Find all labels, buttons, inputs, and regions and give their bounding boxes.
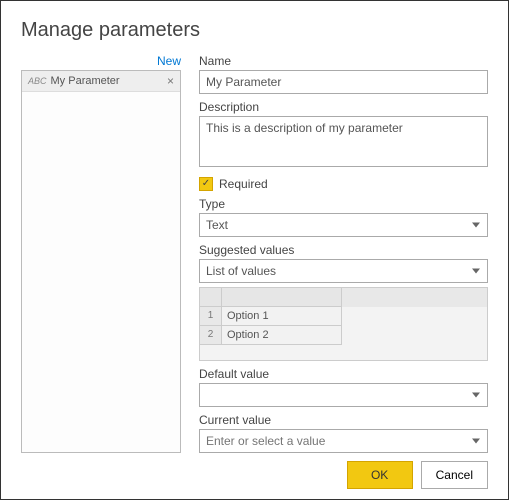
- cancel-button[interactable]: Cancel: [421, 461, 488, 489]
- description-label: Description: [199, 100, 488, 114]
- grid-row[interactable]: 1 Option 1: [200, 307, 487, 326]
- grid-corner: [200, 288, 222, 307]
- values-grid: 1 Option 1 2 Option 2: [199, 287, 488, 361]
- parameter-form: Name Description This is a description o…: [199, 54, 488, 453]
- new-parameter-link[interactable]: New: [157, 54, 181, 68]
- grid-header-row: [200, 288, 487, 307]
- type-label: Type: [199, 197, 488, 211]
- name-input[interactable]: [199, 70, 488, 94]
- default-value-select[interactable]: [199, 383, 488, 407]
- grid-cell[interactable]: Option 2: [222, 326, 342, 345]
- default-select-wrap: [199, 383, 488, 407]
- delete-parameter-icon[interactable]: ×: [167, 74, 174, 88]
- dialog-body: New ABC My Parameter × Name Description …: [21, 54, 488, 453]
- name-label: Name: [199, 54, 488, 68]
- parameter-list: ABC My Parameter ×: [21, 70, 181, 453]
- sidebar-top: New: [21, 54, 181, 68]
- parameter-item-label: My Parameter: [51, 75, 167, 87]
- type-select-wrap: Text: [199, 213, 488, 237]
- parameter-item[interactable]: ABC My Parameter ×: [22, 71, 180, 92]
- current-select-wrap: [199, 429, 488, 453]
- dialog-footer: OK Cancel: [21, 461, 488, 489]
- grid-header-cell: [222, 288, 342, 307]
- check-icon: ✓: [202, 178, 210, 189]
- grid-row[interactable]: 2 Option 2: [200, 326, 487, 345]
- suggested-select-wrap: List of values: [199, 259, 488, 283]
- suggested-values-select[interactable]: List of values: [199, 259, 488, 283]
- type-select[interactable]: Text: [199, 213, 488, 237]
- description-input[interactable]: This is a description of my parameter: [199, 116, 488, 167]
- suggested-label: Suggested values: [199, 243, 488, 257]
- parameter-sidebar: New ABC My Parameter ×: [21, 54, 181, 453]
- current-value-input[interactable]: [199, 429, 488, 453]
- text-type-icon: ABC: [28, 76, 47, 86]
- grid-row-number: 2: [200, 326, 222, 345]
- required-checkbox[interactable]: ✓: [199, 177, 213, 191]
- current-label: Current value: [199, 413, 488, 427]
- default-label: Default value: [199, 367, 488, 381]
- required-label: Required: [219, 177, 268, 191]
- dialog-title: Manage parameters: [21, 19, 488, 42]
- grid-row-number: 1: [200, 307, 222, 326]
- grid-cell[interactable]: Option 1: [222, 307, 342, 326]
- manage-parameters-dialog: Manage parameters New ABC My Parameter ×…: [0, 0, 509, 500]
- required-row: ✓ Required: [199, 177, 488, 191]
- ok-button[interactable]: OK: [347, 461, 413, 489]
